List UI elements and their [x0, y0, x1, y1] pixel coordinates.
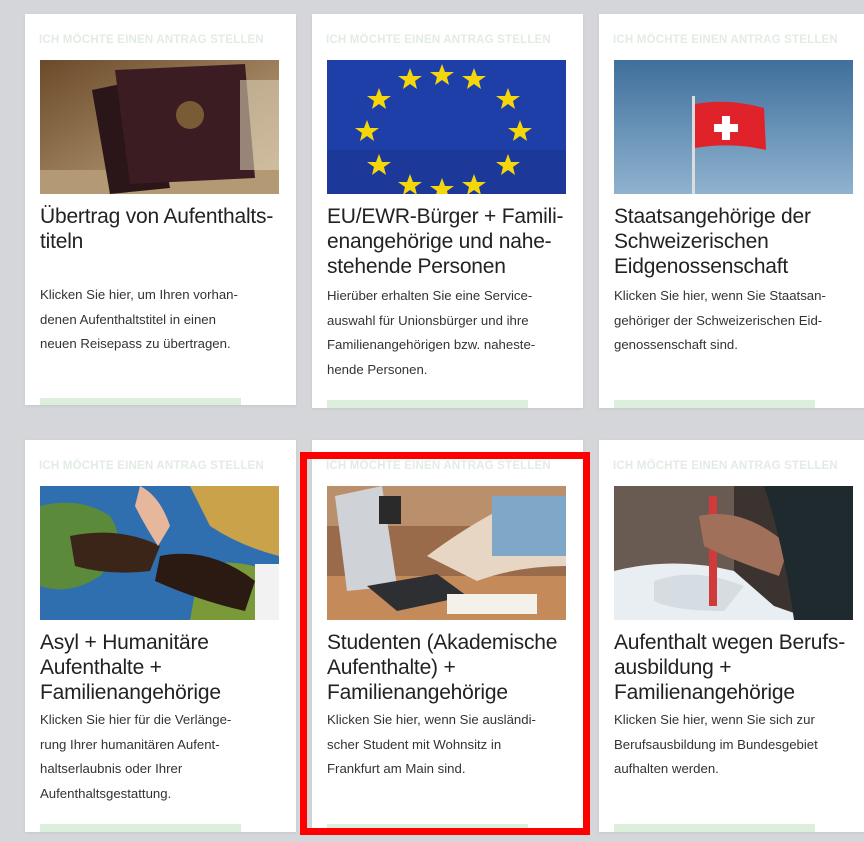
- apprentice-sculpting-photo[interactable]: [614, 486, 853, 620]
- card-action-button[interactable]: [614, 824, 815, 832]
- swiss-flag-photo[interactable]: [614, 60, 853, 194]
- card-schweiz-staatsangehoerige[interactable]: ICH MÖCHTE EINEN ANTRAG STELLEN Staatsan…: [599, 14, 864, 408]
- hands-on-globe-photo[interactable]: [40, 486, 279, 620]
- card-eyebrow: ICH MÖCHTE EINEN ANTRAG STELLEN: [613, 34, 838, 46]
- card-action-button[interactable]: [40, 398, 241, 405]
- card-action-button[interactable]: [327, 824, 528, 832]
- eu-flag-photo[interactable]: [327, 60, 566, 194]
- card-asyl-humanitaer[interactable]: ICH MÖCHTE EINEN ANTRAG STELLEN Asyl + H…: [25, 440, 296, 832]
- student-laptop-photo[interactable]: [327, 486, 566, 620]
- card-action-button[interactable]: [614, 400, 815, 408]
- card-title[interactable]: Staatsangehörige der Schweizerischen Eid…: [614, 204, 859, 279]
- card-description: Klicken Sie hier, um Ihren vorhan- denen…: [40, 287, 238, 351]
- card-title[interactable]: Übertrag von Aufenthalts- titeln: [40, 204, 285, 254]
- card-title[interactable]: EU/EWR-Bürger + Famili- enangehörige und…: [327, 204, 572, 279]
- card-description: Hierüber erhalten Sie eine Service- ausw…: [327, 288, 536, 377]
- card-description: Klicken Sie hier für die Verlänge- rung …: [40, 712, 232, 801]
- card-action-button[interactable]: [327, 400, 528, 408]
- card-action-button[interactable]: [40, 824, 241, 832]
- passports-photo[interactable]: [40, 60, 279, 194]
- card-title[interactable]: Asyl + Humanitäre Aufenthalte + Familien…: [40, 630, 285, 705]
- card-berufsausbildung[interactable]: ICH MÖCHTE EINEN ANTRAG STELLEN Aufentha…: [599, 440, 864, 832]
- card-description: Klicken Sie hier, wenn Sie ausländi- sch…: [327, 712, 536, 776]
- card-eyebrow: ICH MÖCHTE EINEN ANTRAG STELLEN: [613, 460, 838, 472]
- card-title[interactable]: Studenten (Akademische Aufenthalte) + Fa…: [327, 630, 572, 705]
- card-eyebrow: ICH MÖCHTE EINEN ANTRAG STELLEN: [326, 460, 551, 472]
- card-aufenthaltstitel-uebertrag[interactable]: ICH MÖCHTE EINEN ANTRAG STELLEN Übertrag…: [25, 14, 296, 405]
- card-eu-ewr-buerger[interactable]: ICH MÖCHTE EINEN ANTRAG STELLEN EU/EWR-B…: [312, 14, 583, 408]
- card-description: Klicken Sie hier, wenn Sie Staatsan- geh…: [614, 288, 826, 352]
- card-title[interactable]: Aufenthalt wegen Berufs- ausbildung + Fa…: [614, 630, 859, 705]
- card-description: Klicken Sie hier, wenn Sie sich zur Beru…: [614, 712, 818, 776]
- card-eyebrow: ICH MÖCHTE EINEN ANTRAG STELLEN: [39, 460, 264, 472]
- card-eyebrow: ICH MÖCHTE EINEN ANTRAG STELLEN: [39, 34, 264, 46]
- card-studenten[interactable]: ICH MÖCHTE EINEN ANTRAG STELLEN Studente…: [312, 440, 583, 832]
- card-eyebrow: ICH MÖCHTE EINEN ANTRAG STELLEN: [326, 34, 551, 46]
